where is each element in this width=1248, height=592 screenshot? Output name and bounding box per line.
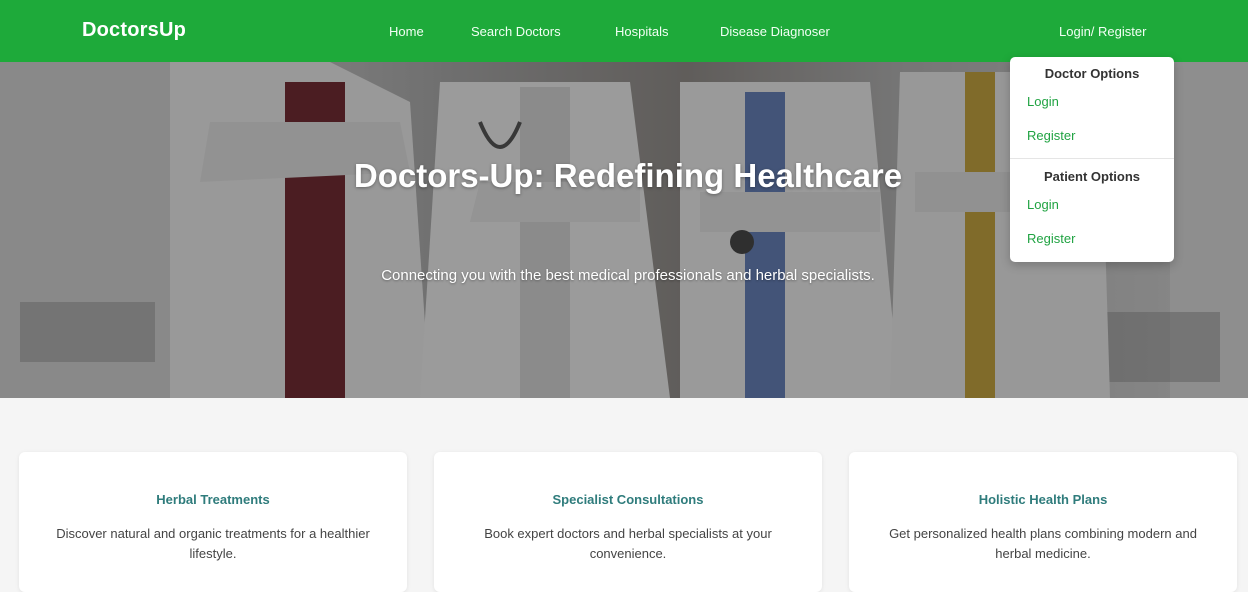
card-title: Specialist Consultations bbox=[552, 492, 704, 507]
card-title: Holistic Health Plans bbox=[978, 492, 1108, 507]
feature-card-holistic: Holistic Health Plans Get personalized h… bbox=[849, 452, 1237, 592]
nav-disease-diagnoser[interactable]: Disease Diagnoser bbox=[720, 24, 830, 39]
card-text: Book expert doctors and herbal specialis… bbox=[484, 526, 772, 561]
top-navbar: DoctorsUp Home Search Doctors Hospitals … bbox=[0, 0, 1248, 62]
card-text: Discover natural and organic treatments … bbox=[56, 526, 370, 561]
hero-title: Doctors-Up: Redefining Healthcare bbox=[353, 157, 903, 194]
card-text: Get personalized health plans combining … bbox=[889, 526, 1197, 561]
feature-card-herbal: Herbal Treatments Discover natural and o… bbox=[19, 452, 407, 592]
nav-home[interactable]: Home bbox=[389, 24, 424, 39]
feature-card-specialist: Specialist Consultations Book expert doc… bbox=[434, 452, 822, 592]
patient-login-link[interactable]: Login bbox=[1027, 197, 1059, 212]
doctor-options-heading: Doctor Options bbox=[1044, 66, 1140, 81]
brand-logo[interactable]: DoctorsUp bbox=[82, 19, 186, 42]
login-register-dropdown: Doctor Options Login Register Patient Op… bbox=[1010, 57, 1174, 262]
nav-hospitals[interactable]: Hospitals bbox=[615, 24, 668, 39]
nav-search-doctors[interactable]: Search Doctors bbox=[471, 24, 561, 39]
patient-options-heading: Patient Options bbox=[1043, 169, 1141, 184]
nav-login-register[interactable]: Login/ Register bbox=[1059, 24, 1146, 39]
patient-register-link[interactable]: Register bbox=[1027, 231, 1075, 246]
dropdown-divider bbox=[1010, 158, 1174, 159]
doctor-login-link[interactable]: Login bbox=[1027, 94, 1059, 109]
card-title: Herbal Treatments bbox=[156, 492, 270, 507]
doctor-register-link[interactable]: Register bbox=[1027, 128, 1075, 143]
hero-subtitle: Connecting you with the best medical pro… bbox=[381, 267, 875, 284]
